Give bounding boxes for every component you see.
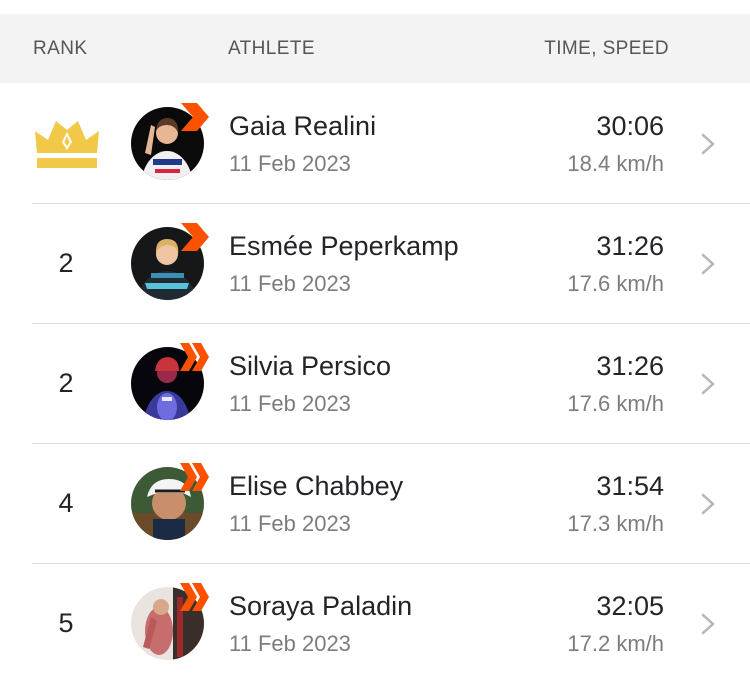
effort-speed: 17.6 km/h [567, 391, 664, 416]
rank-number [40, 83, 92, 203]
subscriber-badge-icon [180, 463, 209, 491]
athlete-name[interactable]: Silvia Persico [229, 351, 391, 382]
effort-time: 31:26 [596, 351, 664, 381]
effort-time: 31:26 [596, 231, 664, 261]
rank-number: 5 [58, 607, 74, 638]
leaderboard-list: Gaia Realini 11 Feb 2023 30:06 18.4 km/h… [0, 83, 750, 683]
athlete-name[interactable]: Soraya Paladin [229, 591, 412, 622]
subscriber-badge-icon [180, 583, 209, 611]
effort-speed: 17.6 km/h [567, 271, 664, 296]
subscriber-badge-icon [181, 223, 209, 251]
athlete-name[interactable]: Gaia Realini [229, 111, 376, 142]
effort-speed: 17.3 km/h [567, 511, 664, 536]
chevron-right-icon[interactable] [699, 492, 717, 516]
athlete-avatar-wrap [131, 583, 211, 663]
subscriber-badge-icon [180, 343, 209, 371]
effort-date: 11 Feb 2023 [229, 151, 351, 176]
effort-time: 30:06 [596, 111, 664, 141]
rank-number: 4 [58, 487, 74, 518]
leaderboard-row[interactable]: 2 Esmée Peperkamp 11 Feb 2023 31:26 17.6… [0, 203, 750, 323]
effort-speed: 17.2 km/h [567, 631, 664, 656]
athlete-column-header: ATHLETE [228, 38, 315, 59]
rank-number: 2 [58, 367, 74, 398]
time-speed-column-header: TIME, SPEED [544, 38, 669, 59]
athlete-name[interactable]: Esmée Peperkamp [229, 231, 459, 262]
effort-speed: 18.4 km/h [567, 151, 664, 176]
subscriber-badge-icon [181, 103, 209, 131]
effort-time: 32:05 [596, 591, 664, 621]
rank-number: 2 [58, 247, 74, 278]
effort-date: 11 Feb 2023 [229, 271, 351, 296]
leaderboard-row[interactable]: 4 Elise Chabbey 11 Feb 2023 31:54 17.3 k… [0, 443, 750, 563]
leaderboard-row[interactable]: 2 Silvia Persico 11 Feb 2023 31:26 17.6 … [0, 323, 750, 443]
effort-date: 11 Feb 2023 [229, 511, 351, 536]
chevron-right-icon[interactable] [699, 612, 717, 636]
leaderboard-row[interactable]: Gaia Realini 11 Feb 2023 30:06 18.4 km/h [0, 83, 750, 203]
chevron-right-icon[interactable] [699, 252, 717, 276]
leaderboard-header: RANK ATHLETE TIME, SPEED [0, 14, 750, 83]
athlete-avatar-wrap [131, 343, 211, 423]
athlete-name[interactable]: Elise Chabbey [229, 471, 403, 502]
athlete-avatar-wrap [131, 223, 211, 303]
chevron-right-icon[interactable] [699, 132, 717, 156]
athlete-avatar-wrap [131, 463, 211, 543]
athlete-avatar-wrap [131, 103, 211, 183]
rank-column-header: RANK [33, 38, 88, 59]
leaderboard-row[interactable]: 5 Soraya Paladin 11 Feb 2023 32:05 17.2 … [0, 563, 750, 683]
effort-date: 11 Feb 2023 [229, 391, 351, 416]
chevron-right-icon[interactable] [699, 372, 717, 396]
effort-date: 11 Feb 2023 [229, 631, 351, 656]
effort-time: 31:54 [596, 471, 664, 501]
top-strip [0, 0, 750, 14]
